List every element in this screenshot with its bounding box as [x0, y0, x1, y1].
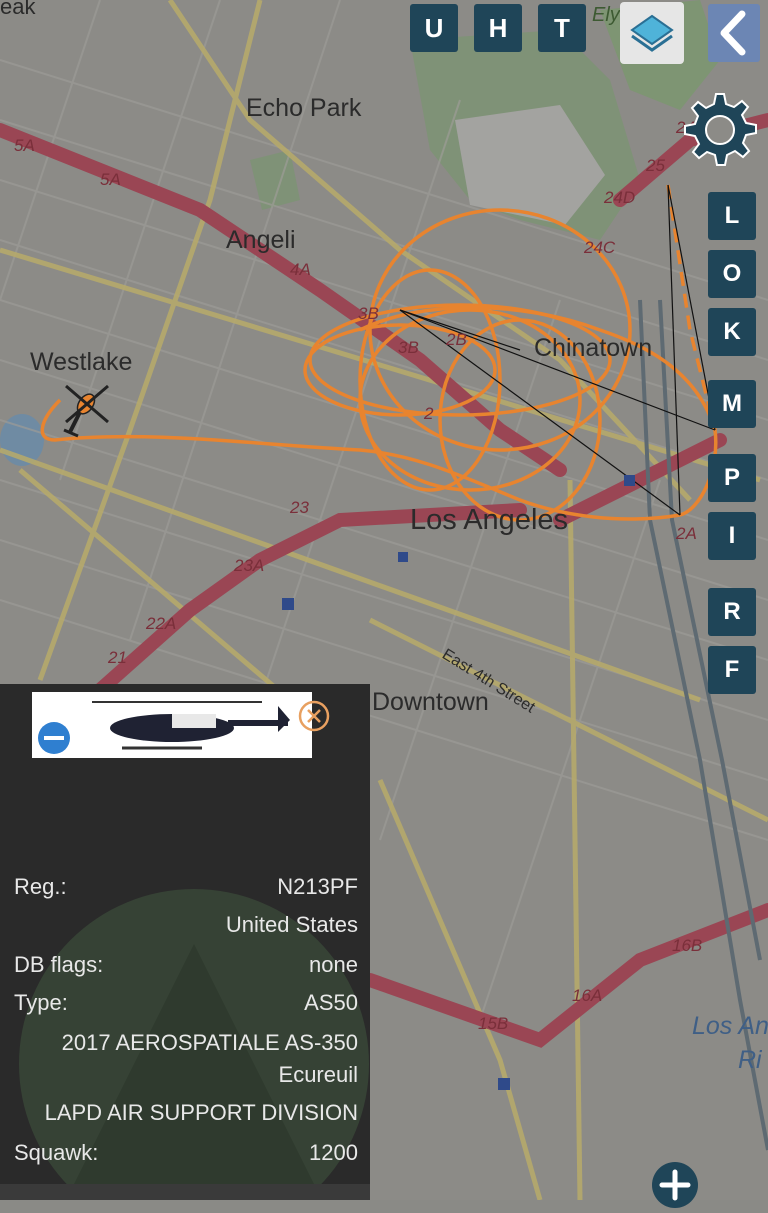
model-line-2: Ecureuil	[278, 1062, 358, 1087]
model-line-1: 2017 AEROSPATIALE AS-350	[61, 1030, 358, 1055]
side-button-r[interactable]: R	[708, 588, 756, 636]
exit-label: 16B	[672, 936, 703, 955]
reg-value: N213PF	[277, 874, 358, 899]
side-button-k[interactable]: K	[708, 308, 756, 356]
top-button-h[interactable]: H	[474, 4, 522, 52]
layers-button[interactable]	[620, 2, 684, 64]
place-label-downtown: Downtown	[372, 688, 489, 716]
exit-label: 23	[290, 498, 309, 517]
close-circle-icon[interactable]	[298, 700, 330, 732]
place-label-westlake: Westlake	[30, 348, 133, 376]
gear-icon[interactable]	[676, 88, 764, 176]
row-squawk: Squawk: 1200	[14, 1140, 358, 1170]
place-label-ely: Ely	[592, 4, 620, 26]
operator-value: LAPD AIR SUPPORT DIVISION	[44, 1100, 358, 1125]
exit-label: 3B	[398, 338, 419, 357]
type-value: AS50	[304, 990, 358, 1015]
place-label-echo-park: Echo Park	[246, 94, 362, 122]
exit-label: 24C	[584, 238, 616, 257]
plus-icon	[659, 1169, 691, 1201]
exit-label: 2	[424, 404, 434, 423]
aircraft-info-panel: Reg.: N213PF United States DB flags: non…	[0, 684, 370, 1200]
side-button-m[interactable]: M	[708, 380, 756, 428]
exit-label: 23A	[234, 556, 265, 575]
back-button[interactable]	[708, 4, 760, 62]
exit-label: 16A	[572, 986, 603, 1005]
exit-label: 5A	[100, 170, 121, 189]
row-type: Type: AS50	[14, 990, 358, 1020]
squawk-value: 1200	[309, 1140, 358, 1165]
reg-label: Reg.:	[14, 874, 67, 899]
place-label-ri: Ri	[738, 1046, 762, 1074]
top-button-u[interactable]: U	[410, 4, 458, 52]
place-label-los-an: Los An	[692, 1012, 768, 1040]
exit-label: 3B	[358, 304, 379, 323]
side-button-f[interactable]: F	[708, 646, 756, 694]
row-registration: Reg.: N213PF	[14, 874, 358, 904]
row-db-flags: DB flags: none	[14, 952, 358, 982]
place-label-los-angeles: Los Angeles	[410, 504, 569, 536]
dbflags-label: DB flags:	[14, 952, 104, 977]
side-button-i[interactable]: I	[708, 512, 756, 560]
country-value: United States	[225, 912, 358, 937]
exit-label: 5A	[14, 136, 35, 155]
place-label-eak: eak	[0, 0, 36, 19]
place-label-angeli: Angeli	[226, 226, 296, 254]
exit-label: 24D	[604, 188, 636, 207]
squawk-label: Squawk:	[14, 1140, 99, 1165]
exit-label: 2A	[676, 524, 697, 543]
side-button-l[interactable]: L	[708, 192, 756, 240]
top-button-t[interactable]: T	[538, 4, 586, 52]
zoom-in-button[interactable]	[652, 1162, 698, 1208]
type-label: Type:	[14, 990, 68, 1015]
side-button-o[interactable]: O	[708, 250, 756, 298]
chevron-left-icon	[720, 10, 746, 56]
exit-label: 22A	[146, 614, 177, 633]
exit-label: 2B	[446, 330, 467, 349]
layers-icon	[630, 14, 674, 52]
helicopter-icon[interactable]	[56, 380, 120, 440]
dbflags-value: none	[309, 952, 358, 977]
panel-footer-bar	[0, 1184, 370, 1200]
place-label-chinatown: Chinatown	[534, 334, 653, 362]
exit-label: 15B	[478, 1014, 509, 1033]
exit-label: 25	[646, 156, 665, 175]
aircraft-photo	[32, 692, 312, 758]
exit-label: 4A	[290, 260, 311, 279]
side-button-p[interactable]: P	[708, 454, 756, 502]
exit-label: 21	[108, 648, 127, 667]
